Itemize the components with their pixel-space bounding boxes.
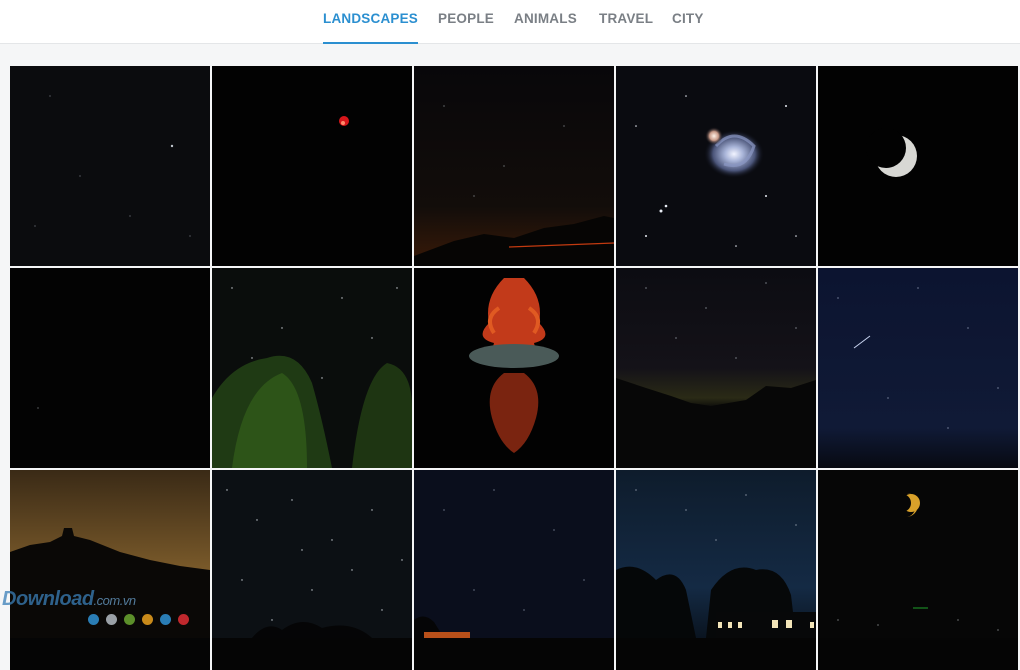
photo-tile[interactable] [212, 470, 412, 670]
photo-tile[interactable] [616, 268, 816, 468]
photo-spiral-galaxy [616, 66, 816, 266]
photo-tile[interactable] [10, 470, 210, 670]
watermark-dot [88, 614, 99, 625]
photo-tile[interactable] [10, 66, 210, 266]
watermark-dot [142, 614, 153, 625]
tab-animals[interactable]: ANIMALS [514, 11, 577, 44]
photo-orange-half-moon [818, 470, 1018, 638]
watermark-dot [124, 614, 135, 625]
photo-tile[interactable] [616, 470, 816, 670]
photo-tile[interactable] [414, 268, 614, 468]
tab-travel[interactable]: TRAVEL [599, 11, 653, 44]
photo-hill-silhouette-orange-sky [10, 470, 210, 638]
tab-landscapes[interactable]: LANDSCAPES [323, 11, 418, 44]
tab-city[interactable]: CITY [672, 11, 704, 44]
photo-tile[interactable] [414, 470, 614, 670]
photo-tile[interactable] [818, 268, 1018, 468]
photo-starry-sky [10, 66, 210, 266]
category-nav: LANDSCAPES PEOPLE ANIMALS TRAVEL CITY [0, 0, 1020, 44]
photo-tile[interactable] [818, 470, 1018, 670]
photo-trees-under-stars [212, 268, 412, 468]
photo-dense-star-field [212, 470, 412, 638]
photo-tile[interactable] [818, 66, 1018, 266]
photo-red-sky-lantern [212, 66, 412, 266]
watermark-logo: Download.com.vn [2, 588, 136, 610]
photo-milky-way-over-mountain-lake [616, 268, 816, 468]
photo-tile[interactable] [414, 66, 614, 266]
photo-tile[interactable] [212, 268, 412, 468]
watermark-dot [178, 614, 189, 625]
watermark-dot [106, 614, 117, 625]
watermark-dot [160, 614, 171, 625]
photo-tile[interactable] [10, 268, 210, 468]
tab-people[interactable]: PEOPLE [438, 11, 494, 44]
photo-red-tree-on-island-reflection [414, 268, 614, 468]
photo-milky-way-dark-blue [414, 470, 614, 638]
photo-dark-night-sky [10, 268, 210, 468]
photo-trees-and-house-under-stars [616, 470, 816, 638]
photo-stars-over-mountains-orange-glow [414, 66, 614, 266]
photo-tile[interactable] [616, 66, 816, 266]
photo-tile[interactable] [212, 66, 412, 266]
photo-crescent-moon [818, 66, 1018, 266]
photo-shooting-star-blue-sky [818, 268, 1018, 468]
